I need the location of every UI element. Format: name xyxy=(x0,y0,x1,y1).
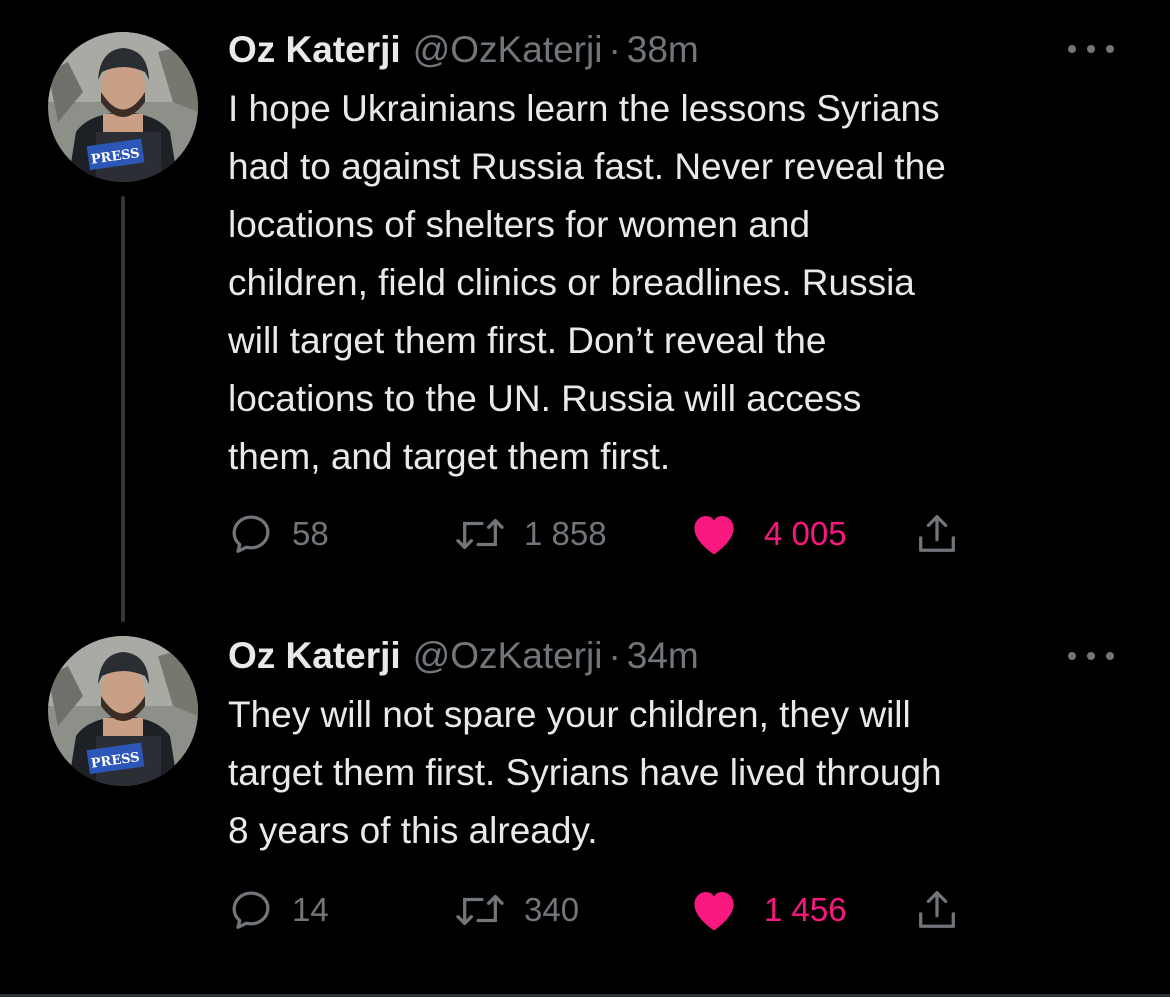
reply-icon xyxy=(232,515,270,553)
tweet-text-line: 8 years of this already. xyxy=(228,810,598,851)
tweet-text-line: locations to the UN. Russia will access xyxy=(228,378,862,419)
tweet-timestamp[interactable]: 38m xyxy=(627,28,699,72)
like-count: 1 456 xyxy=(764,891,847,928)
tweet[interactable]: PRESS Oz Katerji @OzKaterji · 34m They w… xyxy=(0,620,1170,997)
reply-count: 58 xyxy=(292,515,329,552)
heart-filled-icon xyxy=(694,892,734,931)
tweet-text-line: had to against Russia fast. Never reveal… xyxy=(228,146,946,187)
more-dot xyxy=(1106,45,1114,53)
retweet-button[interactable]: 340 xyxy=(454,885,579,935)
like-count: 4 005 xyxy=(764,515,847,552)
more-dot xyxy=(1068,652,1076,660)
tweet-text-line: target them first. Syrians have lived th… xyxy=(228,752,942,793)
more-horizontal-icon[interactable] xyxy=(1068,641,1114,671)
more-dot xyxy=(1087,652,1095,660)
like-button[interactable]: 4 005 xyxy=(690,509,847,559)
tweet-text-line: locations of shelters for women and xyxy=(228,204,811,245)
separator-dot: · xyxy=(608,29,621,70)
reply-button[interactable]: 14 xyxy=(228,885,329,935)
separator-dot: · xyxy=(608,635,621,676)
author-handle[interactable]: @OzKaterji xyxy=(413,28,603,72)
reply-button[interactable]: 58 xyxy=(228,509,329,559)
tweet-text-line: them, and target them first. xyxy=(228,436,671,477)
tweet-header: Oz Katerji @OzKaterji · 38m xyxy=(228,28,699,72)
tweet-timestamp[interactable]: 34m xyxy=(627,634,699,678)
tweet-text-line: I hope Ukrainians learn the lessons Syri… xyxy=(228,88,940,129)
heart-filled-icon xyxy=(694,516,734,555)
tweet-actions: 58 1 858 4 005 xyxy=(228,509,988,559)
reply-count: 14 xyxy=(292,891,329,928)
retweet-icon xyxy=(456,894,504,926)
tweet[interactable]: PRESS Oz Katerji @OzKaterji · 38m I hope… xyxy=(0,0,1170,622)
share-icon xyxy=(919,891,955,928)
tweet-text-line: They will not spare your children, they … xyxy=(228,694,911,735)
thread-connector xyxy=(121,196,125,622)
tweet-text-line: will target them first. Don’t reveal the xyxy=(228,320,827,361)
author-name[interactable]: Oz Katerji xyxy=(228,28,401,72)
like-button[interactable]: 1 456 xyxy=(690,885,847,935)
more-horizontal-icon[interactable] xyxy=(1068,34,1114,64)
tweet-actions: 14 340 1 456 xyxy=(228,885,988,935)
share-icon xyxy=(919,515,955,552)
tweet-text: They will not spare your children, they … xyxy=(228,686,1128,860)
tweet-text: I hope Ukrainians learn the lessons Syri… xyxy=(228,80,1128,486)
more-dot xyxy=(1106,652,1114,660)
share-button[interactable] xyxy=(914,885,960,935)
retweet-count: 340 xyxy=(524,891,580,928)
tweet-text-line: children, field clinics or breadlines. R… xyxy=(228,262,915,303)
more-dot xyxy=(1087,45,1095,53)
reply-icon xyxy=(232,891,270,929)
author-avatar[interactable]: PRESS xyxy=(48,636,198,786)
author-name[interactable]: Oz Katerji xyxy=(228,634,401,678)
share-button[interactable] xyxy=(914,509,960,559)
author-handle[interactable]: @OzKaterji xyxy=(413,634,603,678)
retweet-icon xyxy=(456,518,504,550)
tweet-header: Oz Katerji @OzKaterji · 34m xyxy=(228,634,699,678)
author-avatar[interactable]: PRESS xyxy=(48,32,198,182)
retweet-button[interactable]: 1 858 xyxy=(454,509,607,559)
avatar-image: PRESS xyxy=(48,636,198,786)
retweet-count: 1 858 xyxy=(524,515,607,552)
avatar-image: PRESS xyxy=(48,32,198,182)
more-dot xyxy=(1068,45,1076,53)
